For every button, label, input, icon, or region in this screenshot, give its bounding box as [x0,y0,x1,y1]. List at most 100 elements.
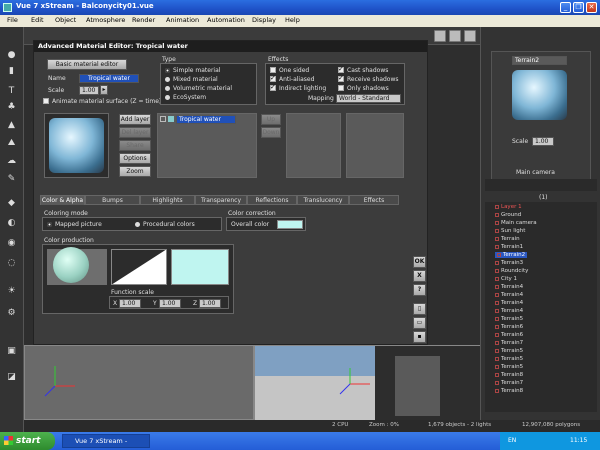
cast-shadows-checkbox[interactable] [338,65,344,73]
sun-icon[interactable]: ☀ [5,285,18,297]
tree-item[interactable]: Terrain6 [495,332,523,338]
cloud-icon[interactable]: ☁ [5,155,18,167]
menu-help[interactable]: Help [285,16,300,24]
tree-item[interactable]: Roundcity [495,268,528,274]
cylinder-icon[interactable]: ▮ [5,65,18,77]
layer-list[interactable]: Tropical water [157,113,257,178]
down-button[interactable]: Down [261,127,281,138]
cancel-button[interactable]: X [413,270,426,282]
type-radio-volumetric[interactable] [165,86,170,91]
ok-button[interactable]: OK [413,256,426,268]
tree-item[interactable]: Terrain1 [495,244,523,250]
tool-icon[interactable]: ◐ [5,217,18,229]
material-preview[interactable] [44,113,109,178]
folder-icon[interactable]: ▭ [413,317,426,329]
layer-expand-icon[interactable] [160,116,166,122]
rock-icon[interactable]: ▲ [5,119,18,131]
tool-icon[interactable]: ◆ [5,197,18,209]
tool-icon[interactable]: ▣ [5,345,18,357]
up-button[interactable]: Up [261,114,281,125]
tree-item[interactable]: Terrain4 [495,300,523,306]
type-radio-simple[interactable] [165,68,170,73]
tree-item[interactable]: Terrain8 [495,372,523,378]
tree-item[interactable]: Terrain5 [495,364,523,370]
tree-item[interactable]: Terrain2 [495,252,528,258]
start-button[interactable]: start [0,432,55,450]
viewport-bottom-left[interactable] [24,345,254,420]
mapping-select[interactable]: World - Standard [336,94,401,103]
toolbar-button[interactable] [434,30,446,42]
fs-z-field[interactable]: 1.00 [199,299,221,308]
indirect-lighting-checkbox[interactable] [270,83,276,91]
tool-icon[interactable]: ◉ [5,237,18,249]
menu-file[interactable]: File [7,16,18,24]
fs-x-field[interactable]: 1.00 [119,299,141,308]
options-button[interactable]: Options [119,153,151,164]
terrain-tab[interactable]: Terrain2 [512,56,567,65]
color-preview[interactable] [47,247,107,285]
fs-y-field[interactable]: 1.00 [159,299,181,308]
toolbar-button[interactable] [464,30,476,42]
menu-edit[interactable]: Edit [31,16,44,24]
menu-atmosphere[interactable]: Atmosphere [86,16,125,24]
tree-item[interactable]: Terrain4 [495,292,523,298]
only-shadows-checkbox[interactable] [338,85,344,91]
tab-highlights[interactable]: Highlights [140,195,195,205]
taskbar-item-vue[interactable]: Vue 7 xStream - Balc... [62,434,150,450]
tree-item[interactable]: Terrain4 [495,284,523,290]
tree-item[interactable]: Terrain7 [495,340,523,346]
tab-reflections[interactable]: Reflections [247,195,297,205]
tree-item[interactable]: Terrain5 [495,356,523,362]
mapped-picture-radio[interactable] [47,222,52,227]
help-button[interactable]: ? [413,284,426,296]
del-layer-button[interactable]: Del layer [119,127,151,138]
menu-object[interactable]: Object [55,16,76,24]
scale-field[interactable]: 1.00 [79,86,99,95]
tree-item[interactable]: Terrain8 [495,388,523,394]
tree-item[interactable]: Terrain6 [495,324,523,330]
type-radio-ecosystem[interactable] [165,95,170,100]
minimize-button[interactable]: _ [560,2,571,13]
tree-item[interactable]: Terrain4 [495,308,523,314]
terrain-icon[interactable]: ⛰ [5,137,18,149]
save-icon[interactable]: ▪ [413,331,426,343]
viewport-camera[interactable] [254,345,481,421]
animate-checkbox[interactable] [43,98,49,104]
plant-icon[interactable]: ♣ [5,101,18,113]
page-icon[interactable]: ▯ [413,303,426,315]
light-icon[interactable]: ✎ [5,173,18,185]
panel-tabs[interactable] [485,179,597,191]
sphere-icon[interactable]: ● [5,49,18,61]
menu-animation[interactable]: Animation [166,16,199,24]
type-radio-mixed[interactable] [165,77,170,82]
tab-translucency[interactable]: Translucency [297,195,349,205]
tree-item[interactable]: Sun light [495,228,525,234]
window-title-bar[interactable]: Vue 7 xStream - Balconycity01.vue _ ❐ ✕ [0,0,600,15]
tree-item[interactable]: Terrain5 [495,348,523,354]
toolbar-button[interactable] [449,30,461,42]
tree-item[interactable]: Terrain5 [495,316,523,322]
tool-icon[interactable]: ◪ [5,371,18,383]
tree-item[interactable]: Terrain [495,236,520,242]
tree-item[interactable]: Main camera [495,220,537,226]
color-map-swatch[interactable] [171,249,229,285]
tab-color-alpha[interactable]: Color & Alpha [40,195,85,205]
receive-shadows-checkbox[interactable] [338,74,344,82]
add-layer-button[interactable]: Add layer [119,114,151,125]
tree-item[interactable]: Layer 1 [495,204,522,210]
scale-field[interactable]: 1.00 [532,137,554,146]
tab-bumps[interactable]: Bumps [85,195,140,205]
dialog-title[interactable]: Advanced Material Editor: Tropical water [34,41,427,52]
scale-spinner[interactable]: ▸ [100,85,108,95]
tree-item[interactable]: Terrain7 [495,380,523,386]
tool-icon[interactable]: ◌ [5,257,18,269]
tree-item[interactable]: Terrain3 [495,260,523,266]
one-sided-checkbox[interactable] [270,67,276,73]
tab-effects[interactable]: Effects [349,195,399,205]
text-icon[interactable]: T [5,85,18,97]
tool-icon[interactable]: ⚙ [5,307,18,319]
overall-color-swatch[interactable] [277,220,303,229]
tab-transparency[interactable]: Transparency [195,195,247,205]
share-button[interactable]: Share [119,140,151,151]
menu-automation[interactable]: Automation [207,16,245,24]
